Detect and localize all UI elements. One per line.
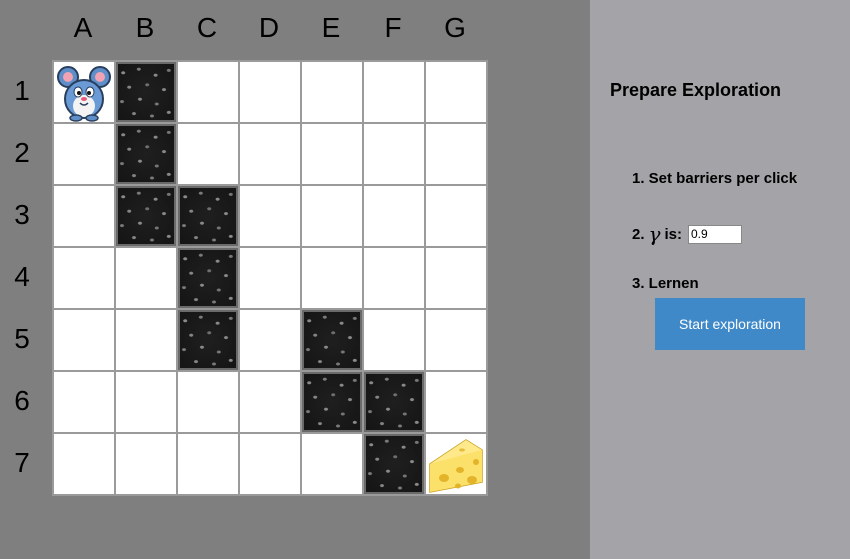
barrier-cell[interactable] — [364, 434, 424, 494]
barrier-cell[interactable] — [178, 186, 238, 246]
step-gamma-label: is: — [664, 225, 682, 243]
grid-cell[interactable] — [426, 372, 486, 432]
grid-cell[interactable] — [54, 248, 114, 308]
grid-cell[interactable] — [240, 248, 300, 308]
grid-area: A B C D E F G 1 2 3 4 5 6 7 — [0, 0, 590, 559]
grid-cell[interactable] — [302, 248, 362, 308]
column-label: B — [135, 12, 155, 43]
grid-cell[interactable] — [426, 124, 486, 184]
barrier-cell[interactable] — [364, 372, 424, 432]
step-set-barriers: 1. Set barriers per click — [632, 170, 798, 187]
row-label: 5 — [14, 323, 30, 354]
grid-cell[interactable] — [178, 372, 238, 432]
grid-cell[interactable] — [178, 434, 238, 494]
grid-cell[interactable] — [364, 186, 424, 246]
gamma-input[interactable] — [687, 224, 742, 244]
grid-cell[interactable] — [426, 248, 486, 308]
grid-cell[interactable] — [116, 310, 176, 370]
column-label: E — [321, 12, 341, 43]
grid-cell[interactable] — [240, 124, 300, 184]
step-learn: 3. Lernen — [632, 275, 699, 292]
mouse-icon — [57, 66, 111, 122]
row-label: 1 — [14, 75, 30, 106]
grid-cell[interactable] — [54, 434, 114, 494]
row-label: 6 — [14, 385, 30, 416]
grid-cell[interactable] — [116, 248, 176, 308]
column-label: C — [196, 12, 218, 43]
column-label: G — [444, 12, 466, 43]
grid-cell[interactable] — [240, 310, 300, 370]
grid-cell[interactable] — [364, 124, 424, 184]
start-exploration-button[interactable]: Start exploration — [655, 298, 805, 350]
grid-cell[interactable] — [54, 186, 114, 246]
step-gamma: 2. γ is: — [632, 222, 742, 246]
cheese-cell[interactable] — [426, 434, 486, 494]
barrier-cell[interactable] — [116, 124, 176, 184]
gamma-symbol: γ — [648, 222, 661, 246]
grid-cell[interactable] — [54, 124, 114, 184]
grid-cell[interactable] — [302, 124, 362, 184]
grid-cell[interactable] — [364, 62, 424, 122]
column-label: D — [258, 12, 280, 43]
barrier-cell[interactable] — [178, 248, 238, 308]
barrier-cell[interactable] — [302, 372, 362, 432]
grid-cell[interactable] — [426, 310, 486, 370]
grid-cell[interactable] — [302, 62, 362, 122]
grid-cell[interactable] — [116, 372, 176, 432]
row-label: 3 — [14, 199, 30, 230]
mouse-cell[interactable] — [54, 62, 114, 122]
grid-cell[interactable] — [240, 434, 300, 494]
row-label: 4 — [14, 261, 30, 292]
grid-cell[interactable] — [240, 372, 300, 432]
row-label: 7 — [14, 447, 30, 478]
cheese-icon — [429, 439, 483, 493]
grid-cell[interactable] — [426, 62, 486, 122]
panel-title: Prepare Exploration — [610, 80, 782, 100]
grid-cell[interactable] — [240, 186, 300, 246]
barrier-cell[interactable] — [302, 310, 362, 370]
grid-cell[interactable] — [364, 248, 424, 308]
maze-grid — [52, 60, 488, 496]
row-label: 2 — [14, 137, 30, 168]
grid-cell[interactable] — [240, 62, 300, 122]
step-gamma-number: 2. — [632, 225, 645, 243]
grid-cell[interactable] — [116, 434, 176, 494]
grid-cell[interactable] — [364, 310, 424, 370]
column-label: F — [384, 12, 402, 43]
barrier-cell[interactable] — [178, 310, 238, 370]
grid-cell[interactable] — [54, 372, 114, 432]
grid-cell[interactable] — [426, 186, 486, 246]
grid-cell[interactable] — [302, 186, 362, 246]
grid-cell[interactable] — [178, 124, 238, 184]
barrier-cell[interactable] — [116, 62, 176, 122]
barrier-cell[interactable] — [116, 186, 176, 246]
column-label: A — [73, 12, 93, 43]
grid-cell[interactable] — [302, 434, 362, 494]
grid-cell[interactable] — [178, 62, 238, 122]
grid-cell[interactable] — [54, 310, 114, 370]
